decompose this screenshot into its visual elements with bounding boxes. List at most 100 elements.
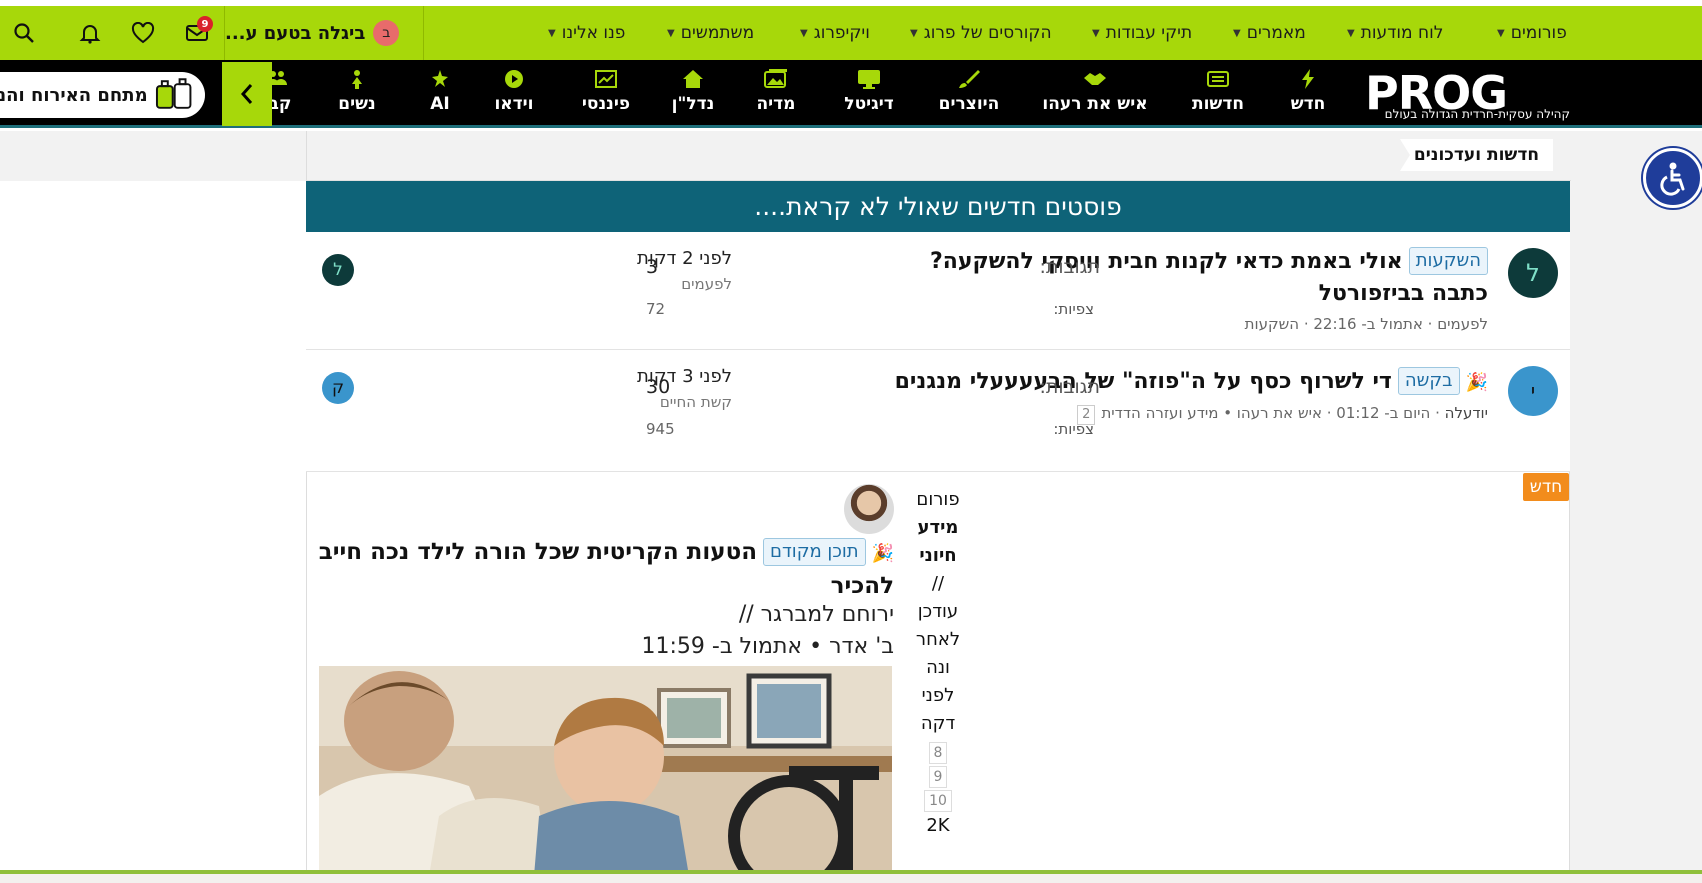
- promo-button[interactable]: מתחם האירוח והנ: [0, 72, 205, 118]
- handshake-icon: [1082, 66, 1108, 92]
- chevron-down-icon: ▼: [1233, 27, 1241, 39]
- page-link[interactable]: 9: [928, 766, 948, 788]
- category-media[interactable]: מדיה: [752, 66, 800, 124]
- nav-forums[interactable]: פורומים ▼: [1497, 6, 1567, 60]
- category-finance[interactable]: פיננסי: [576, 66, 636, 124]
- thread-meta: יודעלה · היום ב- 01:12 · איש את רעהו • מ…: [868, 403, 1488, 425]
- replies-label: תגובות:: [1039, 376, 1100, 398]
- heart-icon: [131, 22, 155, 44]
- category-ai[interactable]: AI: [424, 66, 456, 124]
- post-author[interactable]: ירוחם למברגר //: [739, 602, 894, 627]
- category-creators[interactable]: היוצרים: [938, 66, 1000, 124]
- bolt-icon: [1301, 66, 1315, 92]
- category-real-estate[interactable]: נדל"ן: [668, 66, 718, 124]
- monitor-icon: [857, 66, 881, 92]
- chevron-down-icon: ▼: [910, 27, 918, 39]
- nav-contact[interactable]: פנו אלינו ▼: [548, 6, 625, 60]
- category-new[interactable]: חדש: [1290, 66, 1326, 124]
- thread-title[interactable]: השקעותאולי באמת כדאי לקנות חבית וויסקי ל…: [868, 246, 1488, 310]
- top-navbar: פורומים ▼ לוח מודעות ▼ מאמרים ▼ תיקי עבודות…: [0, 6, 1702, 60]
- chevron-down-icon: ▼: [667, 27, 675, 39]
- bell-icon: [79, 25, 101, 44]
- last-reply-user[interactable]: קשת החיים: [582, 393, 732, 411]
- chevron-down-icon: ▼: [548, 27, 556, 39]
- chevron-down-icon: ▼: [1092, 27, 1100, 39]
- inbox-count-badge: 9: [197, 16, 213, 32]
- post-image[interactable]: [319, 666, 892, 876]
- last-reply-time[interactable]: לפני 3 דקות: [582, 366, 732, 387]
- post-count: 2K: [926, 815, 950, 836]
- last-reply-avatar[interactable]: ק: [322, 372, 354, 404]
- last-reply-avatar[interactable]: ל: [322, 254, 354, 286]
- logo-tagline: קהילה עסקית-חרדית הגדולה בעולם: [1384, 107, 1570, 121]
- wheelchair-icon: [1660, 162, 1685, 196]
- nav-users[interactable]: משתמשים ▼: [667, 6, 754, 60]
- thread-author-avatar[interactable]: ל: [1508, 248, 1558, 298]
- sparkle-icon: [430, 66, 450, 92]
- post-forum-info: פורום מידע חיוני // עודכן לאחר ונה לפני …: [908, 486, 968, 840]
- category-video[interactable]: וידאו: [492, 66, 536, 124]
- thread-tag[interactable]: השקעות: [1408, 247, 1488, 275]
- party-icon: 🎉: [871, 543, 894, 564]
- page-link[interactable]: 10: [924, 790, 952, 812]
- news-icon: [1207, 66, 1229, 92]
- chevron-down-icon: ▼: [1497, 27, 1505, 39]
- thread-info: השקעותאולי באמת כדאי לקנות חבית וויסקי ל…: [868, 246, 1488, 334]
- nav-wikiprog[interactable]: ויקיפרוג ▼: [800, 6, 870, 60]
- new-badge: חדש: [1523, 473, 1569, 501]
- thread-author-avatar[interactable]: י: [1508, 366, 1558, 416]
- house-icon: [682, 66, 704, 92]
- notifications-button[interactable]: [70, 6, 110, 60]
- thread-row[interactable]: י 🎉בקשהדי לשרוף כסף על ה"פוזה" של הבעעעע…: [306, 350, 1570, 472]
- author-avatar[interactable]: [844, 484, 894, 534]
- category-mutual-help[interactable]: איש את רעהו: [1042, 66, 1148, 124]
- category-scroll-button[interactable]: [222, 62, 272, 126]
- post-photo: [319, 666, 892, 876]
- category-digital[interactable]: דיגיטל: [838, 66, 900, 124]
- accessibility-button[interactable]: [1643, 148, 1702, 208]
- image-icon: [764, 66, 788, 92]
- play-icon: [504, 66, 524, 92]
- post-tag[interactable]: תוכן מקודם: [763, 538, 866, 566]
- last-reply: לפני 3 דקות קשת החיים: [582, 366, 732, 411]
- breadcrumb[interactable]: חדשות ועדכונים: [1399, 139, 1553, 171]
- search-button[interactable]: [4, 6, 44, 60]
- thread-meta: לפעמים · אתמול ב- 22:16 · השקעות: [1244, 315, 1488, 333]
- nav-courses[interactable]: הקורסים של פרוג ▼: [910, 6, 1052, 60]
- thread-row[interactable]: ל השקעותאולי באמת כדאי לקנות חבית וויסקי…: [306, 232, 1570, 350]
- nav-portfolios[interactable]: תיקי עבודות ▼: [1092, 6, 1192, 60]
- site-logo[interactable]: PROG קהילה עסקית-חרדית הגדולה בעולם: [1362, 64, 1574, 124]
- nav-articles[interactable]: מאמרים ▼: [1233, 6, 1306, 60]
- category-news[interactable]: חדשות: [1188, 66, 1248, 124]
- nav-classifieds[interactable]: לוח מודעות ▼: [1347, 6, 1443, 60]
- unread-posts-banner: פוסטים חדשים שאולי לא קראת....: [306, 181, 1570, 232]
- favorites-button[interactable]: [123, 6, 163, 60]
- party-icon: 🎉: [1465, 372, 1488, 393]
- chevron-left-icon: [240, 84, 253, 104]
- inbox-button[interactable]: 9: [177, 6, 217, 60]
- chevron-down-icon: ▼: [800, 27, 808, 39]
- post-time: ב' אדר • אתמול ב- 11:59: [641, 634, 894, 659]
- last-reply-time[interactable]: לפני 2 דקות: [582, 248, 732, 269]
- last-reply: לפני 2 דקות לפעמים: [582, 248, 732, 293]
- views-count: 945: [646, 420, 675, 438]
- post-title[interactable]: 🎉תוכן מקודםהטעות הקריטית שכל הורה לילד נ…: [318, 536, 894, 602]
- thread-info: 🎉בקשהדי לשרוף כסף על ה"פוזה" של הבעעעעלי…: [868, 366, 1488, 425]
- breadcrumb-strip: [307, 131, 1571, 181]
- thread-title[interactable]: 🎉בקשהדי לשרוף כסף על ה"פוזה" של הבעעעעלי…: [868, 366, 1488, 399]
- user-avatar: ב: [373, 20, 400, 46]
- page-link[interactable]: 8: [928, 742, 948, 764]
- chart-icon: [595, 66, 617, 92]
- forum-link[interactable]: מידע: [908, 514, 968, 542]
- thread-tag[interactable]: בקשה: [1397, 367, 1460, 395]
- views-label: צפיות:: [1053, 300, 1094, 318]
- footer-strip: [0, 874, 1702, 883]
- user-name: ביגלה בטעם ע...: [225, 22, 366, 44]
- category-women[interactable]: נשים: [336, 66, 378, 124]
- page-scrollbar[interactable]: [1584, 131, 1602, 876]
- user-menu[interactable]: ב ביגלה בטעם ע...: [224, 6, 424, 60]
- last-reply-user[interactable]: לפעמים: [582, 275, 732, 293]
- replies-label: תגובות:: [1039, 256, 1100, 278]
- forum-link[interactable]: חיוני: [908, 542, 968, 570]
- promo-text: מתחם האירוח והנ: [0, 84, 148, 106]
